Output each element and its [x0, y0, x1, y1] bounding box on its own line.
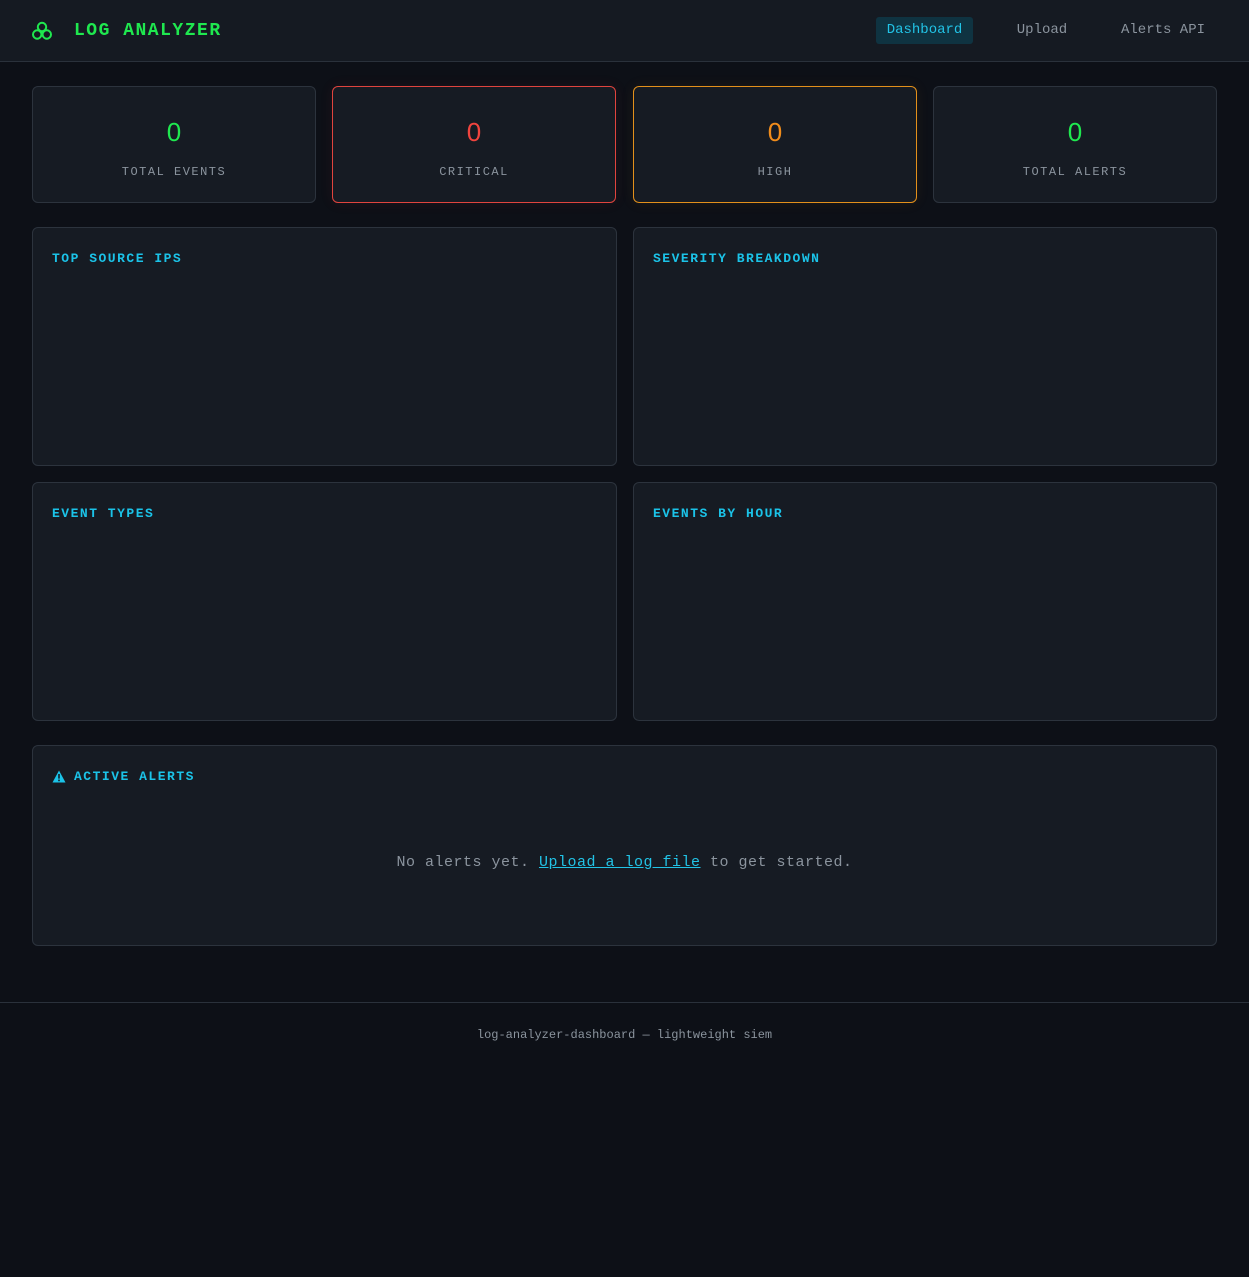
panel-title-severity-breakdown: SEVERITY BREAKDOWN — [653, 251, 821, 266]
top-header: LOG ANALYZER Dashboard Upload Alerts API — [0, 0, 1249, 62]
panel-events-by-hour: EVENTS BY HOUR — [633, 482, 1217, 721]
nav-alerts-api[interactable]: Alerts API — [1110, 17, 1216, 44]
panel-active-alerts: ACTIVE ALERTS No alerts yet. Upload a lo… — [32, 745, 1217, 946]
panel-event-types: EVENT TYPES — [32, 482, 617, 721]
empty-suffix: to get started. — [700, 854, 853, 871]
stat-label-high: HIGH — [757, 165, 793, 179]
footer: log-analyzer-dashboard — lightweight sie… — [0, 1002, 1249, 1072]
panel-severity-breakdown: SEVERITY BREAKDOWN — [633, 227, 1217, 466]
empty-prefix: No alerts yet. — [396, 854, 539, 871]
stat-value-total-events: 0 — [166, 117, 182, 147]
panel-title-event-types: EVENT TYPES — [52, 506, 155, 521]
stat-card-total-events: 0 TOTAL EVENTS — [32, 86, 316, 203]
stat-value-total-alerts: 0 — [1067, 117, 1083, 147]
stat-card-critical: 0 CRITICAL — [332, 86, 616, 203]
stat-card-high: 0 HIGH — [633, 86, 917, 203]
panel-title-top-source-ips: TOP SOURCE IPS — [52, 251, 183, 266]
nav-upload[interactable]: Upload — [1005, 17, 1079, 44]
panel-title-active-alerts: ACTIVE ALERTS — [52, 769, 195, 784]
panel-title-events-by-hour: EVENTS BY HOUR — [653, 506, 784, 521]
stat-card-total-alerts: 0 TOTAL ALERTS — [933, 86, 1217, 203]
footer-text: log-analyzer-dashboard — lightweight sie… — [476, 1028, 773, 1042]
warning-icon — [52, 770, 66, 783]
nav-dashboard[interactable]: Dashboard — [876, 17, 973, 44]
active-alerts-label: ACTIVE ALERTS — [74, 769, 195, 784]
stat-label-total-events: TOTAL EVENTS — [121, 165, 227, 179]
stat-label-total-alerts: TOTAL ALERTS — [1022, 165, 1128, 179]
main-nav: Dashboard Upload Alerts API — [0, 17, 1249, 44]
stat-value-high: 0 — [767, 117, 783, 147]
stat-value-critical: 0 — [466, 117, 482, 147]
panel-top-source-ips: TOP SOURCE IPS — [32, 227, 617, 466]
upload-log-link[interactable]: Upload a log file — [539, 854, 701, 871]
alerts-empty-state: No alerts yet. Upload a log file to get … — [33, 854, 1216, 871]
stat-label-critical: CRITICAL — [439, 165, 509, 179]
